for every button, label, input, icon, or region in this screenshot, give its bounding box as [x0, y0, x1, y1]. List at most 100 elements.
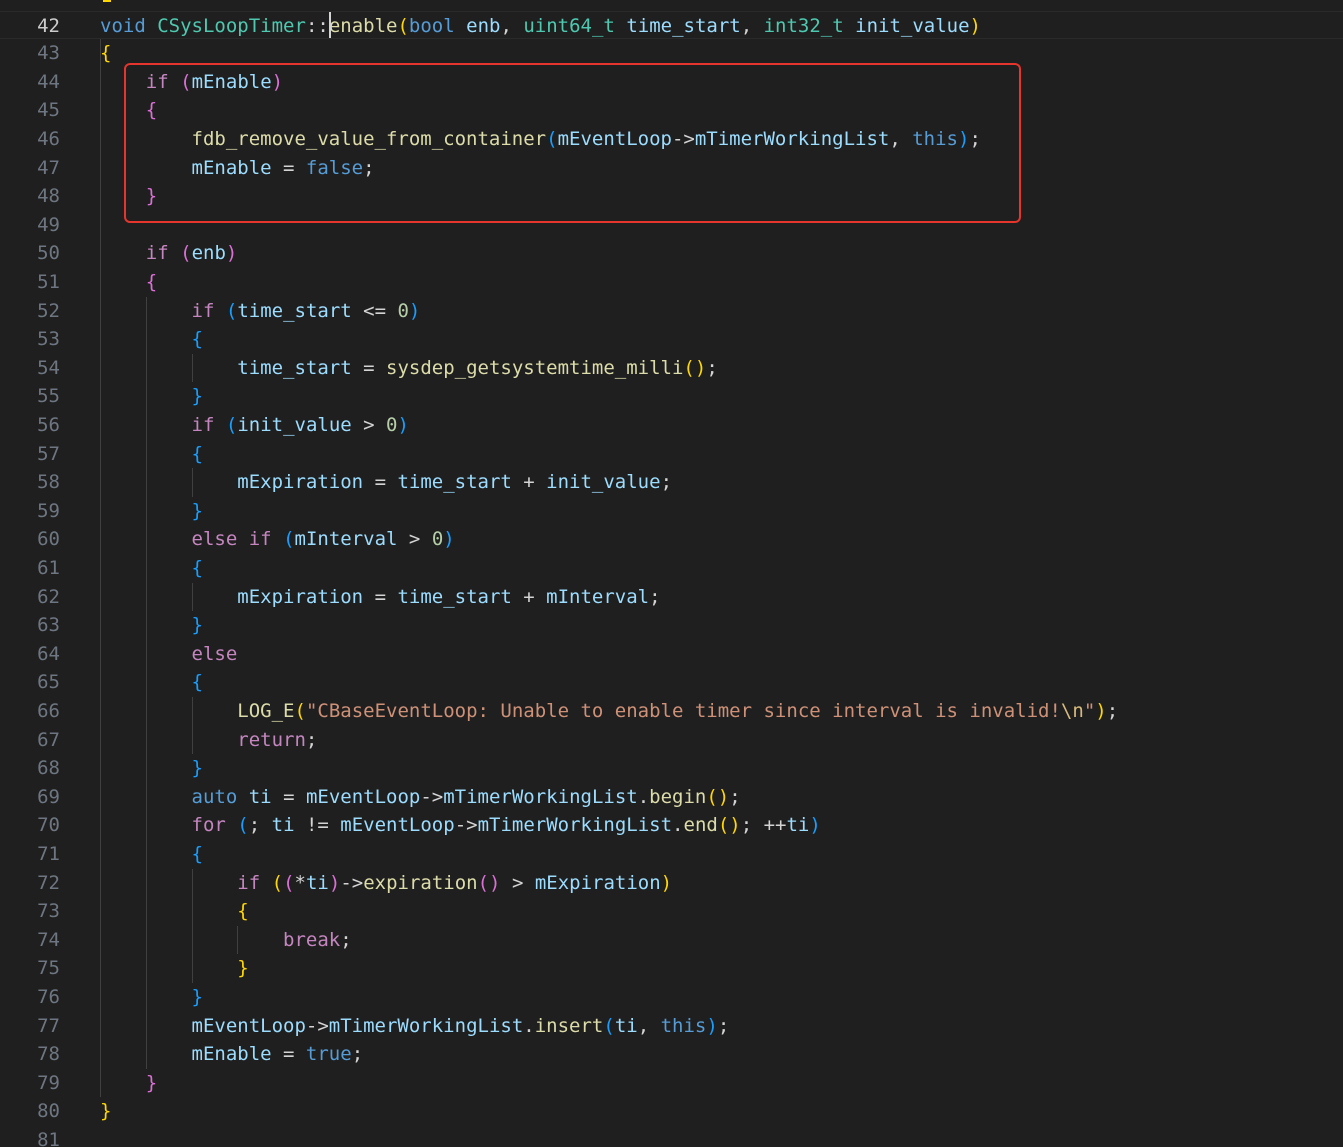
line-number[interactable]: 54: [0, 354, 60, 383]
line-number[interactable]: 43: [0, 39, 60, 68]
code-text[interactable]: auto ti = mEventLoop->mTimerWorkingList.…: [100, 783, 741, 812]
code-line[interactable]: 50 if (enb): [0, 239, 1343, 268]
line-number[interactable]: 66: [0, 697, 60, 726]
code-line[interactable]: 79 }: [0, 1069, 1343, 1098]
code-text[interactable]: }: [100, 954, 248, 983]
code-line[interactable]: 75 }: [0, 954, 1343, 983]
line-number[interactable]: 79: [0, 1069, 60, 1098]
line-number[interactable]: 47: [0, 154, 60, 183]
line-number[interactable]: 65: [0, 668, 60, 697]
code-line[interactable]: 66 LOG_E("CBaseEventLoop: Unable to enab…: [0, 697, 1343, 726]
code-text[interactable]: for (; ti != mEventLoop->mTimerWorkingLi…: [100, 811, 821, 840]
code-text[interactable]: if ((*ti)->expiration() > mExpiration): [100, 869, 672, 898]
code-line[interactable]: 57 {: [0, 440, 1343, 469]
code-text[interactable]: else if (mInterval > 0): [100, 525, 455, 554]
code-text[interactable]: time_start = sysdep_getsystemtime_milli(…: [100, 354, 717, 383]
code-text[interactable]: }: [100, 1097, 111, 1126]
line-number[interactable]: 76: [0, 983, 60, 1012]
code-text[interactable]: }: [100, 1069, 157, 1098]
code-line[interactable]: 55 }: [0, 382, 1343, 411]
code-text[interactable]: }: [100, 983, 203, 1012]
code-line[interactable]: 70 for (; ti != mEventLoop->mTimerWorkin…: [0, 811, 1343, 840]
code-line[interactable]: 51 {: [0, 268, 1343, 297]
line-number[interactable]: 52: [0, 297, 60, 326]
code-text[interactable]: {: [100, 325, 203, 354]
code-line[interactable]: 73 {: [0, 897, 1343, 926]
code-line[interactable]: 53 {: [0, 325, 1343, 354]
line-number[interactable]: 63: [0, 611, 60, 640]
code-text[interactable]: mEnable = true;: [100, 1040, 364, 1069]
code-text[interactable]: void CSysLoopTimer::enable(bool enb, uin…: [100, 12, 981, 41]
line-number[interactable]: 74: [0, 926, 60, 955]
line-number[interactable]: 71: [0, 840, 60, 869]
line-number[interactable]: 70: [0, 811, 60, 840]
code-line[interactable]: 52 if (time_start <= 0): [0, 297, 1343, 326]
code-line[interactable]: 56 if (init_value > 0): [0, 411, 1343, 440]
line-number[interactable]: 55: [0, 382, 60, 411]
line-number[interactable]: 44: [0, 68, 60, 97]
code-line[interactable]: 78 mEnable = true;: [0, 1040, 1343, 1069]
line-number[interactable]: 49: [0, 211, 60, 240]
code-text[interactable]: }: [100, 754, 203, 783]
line-number[interactable]: 72: [0, 869, 60, 898]
code-text[interactable]: {: [100, 440, 203, 469]
line-number[interactable]: 69: [0, 783, 60, 812]
code-text[interactable]: {: [100, 554, 203, 583]
code-line[interactable]: 62 mExpiration = time_start + mInterval;: [0, 583, 1343, 612]
line-number[interactable]: 45: [0, 96, 60, 125]
code-text[interactable]: {: [100, 897, 248, 926]
line-number[interactable]: 46: [0, 125, 60, 154]
line-number[interactable]: 57: [0, 440, 60, 469]
line-number[interactable]: 67: [0, 726, 60, 755]
code-line[interactable]: 72 if ((*ti)->expiration() > mExpiration…: [0, 869, 1343, 898]
line-number[interactable]: 50: [0, 239, 60, 268]
code-text[interactable]: {: [100, 268, 157, 297]
code-text[interactable]: }: [100, 382, 203, 411]
code-line[interactable]: 54 time_start = sysdep_getsystemtime_mil…: [0, 354, 1343, 383]
line-number[interactable]: 48: [0, 182, 60, 211]
line-number[interactable]: 58: [0, 468, 60, 497]
code-line[interactable]: 76 }: [0, 983, 1343, 1012]
code-text[interactable]: if (time_start <= 0): [100, 297, 421, 326]
line-number[interactable]: 56: [0, 411, 60, 440]
code-line[interactable]: 69 auto ti = mEventLoop->mTimerWorkingLi…: [0, 783, 1343, 812]
code-text[interactable]: }: [100, 611, 203, 640]
line-number[interactable]: 53: [0, 325, 60, 354]
line-number[interactable]: 81: [0, 1126, 60, 1147]
line-number[interactable]: 64: [0, 640, 60, 669]
code-line[interactable]: 58 mExpiration = time_start + init_value…: [0, 468, 1343, 497]
line-number[interactable]: 75: [0, 954, 60, 983]
code-line[interactable]: 64 else: [0, 640, 1343, 669]
line-number[interactable]: 42: [0, 12, 60, 41]
code-line[interactable]: 71 {: [0, 840, 1343, 869]
code-line[interactable]: 65 {: [0, 668, 1343, 697]
code-text[interactable]: else: [100, 640, 238, 669]
code-line[interactable]: 67 return;: [0, 726, 1343, 755]
line-number[interactable]: 59: [0, 497, 60, 526]
line-number[interactable]: 77: [0, 1012, 60, 1041]
line-number[interactable]: 60: [0, 525, 60, 554]
code-text[interactable]: if (enb): [100, 239, 238, 268]
code-text[interactable]: LOG_E("CBaseEventLoop: Unable to enable …: [100, 697, 1118, 726]
line-number[interactable]: 51: [0, 268, 60, 297]
code-text[interactable]: mEventLoop->mTimerWorkingList.insert(ti,…: [100, 1012, 730, 1041]
code-line[interactable]: 80}: [0, 1097, 1343, 1126]
code-text[interactable]: break;: [100, 926, 352, 955]
code-line[interactable]: 60 else if (mInterval > 0): [0, 525, 1343, 554]
code-text[interactable]: }: [100, 497, 203, 526]
line-number[interactable]: 61: [0, 554, 60, 583]
code-text[interactable]: return;: [100, 726, 317, 755]
code-text[interactable]: {: [100, 668, 203, 697]
code-line[interactable]: 81: [0, 1126, 1343, 1147]
line-number[interactable]: 80: [0, 1097, 60, 1126]
code-text[interactable]: mExpiration = time_start + init_value;: [100, 468, 672, 497]
line-number[interactable]: 78: [0, 1040, 60, 1069]
code-line[interactable]: 63 }: [0, 611, 1343, 640]
code-text[interactable]: {: [100, 840, 203, 869]
code-text[interactable]: mExpiration = time_start + mInterval;: [100, 583, 660, 612]
code-line[interactable]: 68 }: [0, 754, 1343, 783]
line-number[interactable]: 73: [0, 897, 60, 926]
code-text[interactable]: if (init_value > 0): [100, 411, 409, 440]
code-line[interactable]: 74 break;: [0, 926, 1343, 955]
code-text[interactable]: {: [100, 39, 111, 68]
